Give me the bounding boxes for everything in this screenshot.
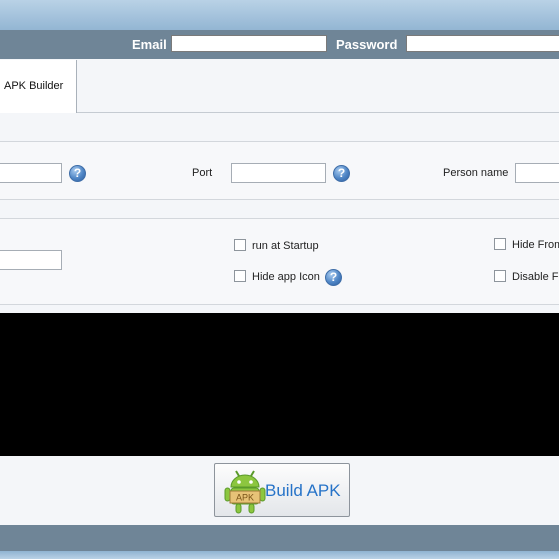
hide-icon-checkbox[interactable] xyxy=(234,270,246,282)
host-field[interactable] xyxy=(0,163,62,183)
android-apk-icon: APK xyxy=(224,470,266,514)
hide-icon-label: Hide app Icon xyxy=(252,271,320,283)
tab-apk-builder[interactable]: APK Builder xyxy=(0,60,77,113)
connection-panel: ? Port ? Person name xyxy=(0,142,559,199)
hide-from-checkbox[interactable] xyxy=(494,238,506,250)
hide-from-label: Hide From xyxy=(512,239,559,251)
options-field[interactable] xyxy=(0,250,62,270)
email-field[interactable] xyxy=(171,35,327,52)
tab-strip: APK Builder xyxy=(0,59,559,113)
divider xyxy=(0,304,559,305)
port-field[interactable] xyxy=(231,163,326,183)
divider xyxy=(0,199,559,200)
disable-checkbox[interactable] xyxy=(494,270,506,282)
apk-badge-text: APK xyxy=(236,493,254,503)
password-label: Password xyxy=(336,37,398,52)
disable-label: Disable Fo xyxy=(512,271,559,283)
options-panel: run at Startup Hide app Icon ? Hide From… xyxy=(0,219,559,304)
password-field[interactable] xyxy=(406,35,559,52)
login-bar: Email Password xyxy=(0,30,559,59)
hide-icon-help-icon[interactable]: ? xyxy=(325,269,342,286)
window-bottom-edge xyxy=(0,551,559,559)
person-name-field[interactable] xyxy=(515,163,559,183)
port-label: Port xyxy=(192,167,213,179)
run-startup-label: run at Startup xyxy=(252,240,319,252)
port-help-icon[interactable]: ? xyxy=(333,165,350,182)
status-bar xyxy=(0,525,559,551)
person-name-label: Person name xyxy=(443,167,509,179)
run-startup-checkbox[interactable] xyxy=(234,239,246,251)
output-console[interactable] xyxy=(0,313,559,456)
build-apk-button[interactable]: APK Build APK xyxy=(214,463,350,517)
window-titlebar xyxy=(0,0,559,31)
tab-apk-builder-label: APK Builder xyxy=(4,80,64,92)
email-label: Email xyxy=(132,37,167,52)
host-help-icon[interactable]: ? xyxy=(69,165,86,182)
build-apk-label: Build APK xyxy=(265,481,341,500)
